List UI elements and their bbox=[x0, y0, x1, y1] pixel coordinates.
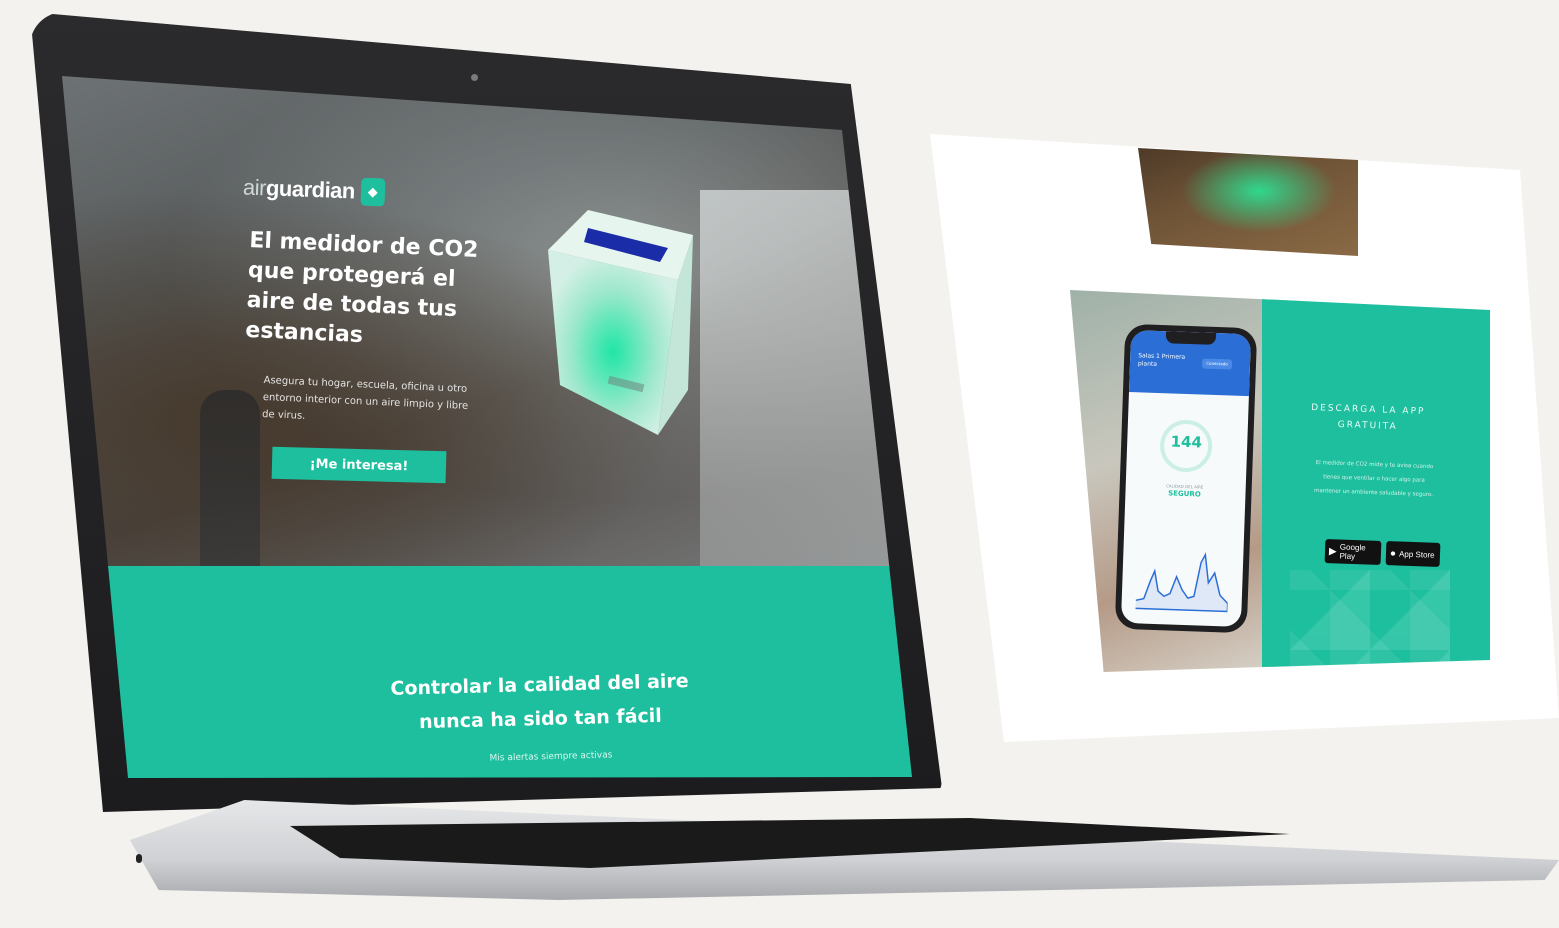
laptop-camera bbox=[471, 74, 478, 81]
play-store-icon: ▶ bbox=[1328, 545, 1337, 557]
apple-icon: ● bbox=[1389, 547, 1397, 559]
hero-headline: El medidor de CO2 que protegerá el aire … bbox=[244, 227, 479, 349]
hero-description: Asegura tu hogar, escuela, oficina u otr… bbox=[261, 374, 469, 422]
app-store-button[interactable]: ● App Store bbox=[1385, 541, 1441, 567]
co2-history-chart bbox=[1135, 552, 1229, 613]
phone-notch bbox=[1165, 331, 1217, 345]
shield-icon: ◆ bbox=[360, 177, 386, 207]
arm-with-phone-photo bbox=[1138, 148, 1358, 256]
co2-value: 144 bbox=[1170, 432, 1203, 452]
app-download-description: El medidor de CO2 mide y te avisa cuando… bbox=[1313, 459, 1434, 499]
phone-mockup: Salas 1 Primera planta Conectado 144 CAL… bbox=[1114, 323, 1258, 634]
brand-logo[interactable]: airguardian ◆ bbox=[243, 174, 386, 207]
phone-screen: Salas 1 Primera planta Conectado 144 CAL… bbox=[1120, 329, 1252, 628]
laptop-port bbox=[136, 854, 142, 863]
app-download-title: DESCARGA LA APP GRATUITA bbox=[1310, 403, 1426, 433]
decorative-triangles bbox=[1290, 570, 1450, 670]
app-store-label: App Store bbox=[1398, 549, 1435, 560]
co2-meter-device-image bbox=[548, 210, 693, 435]
google-play-label: Google Play bbox=[1339, 542, 1366, 562]
band-title: Controlar la calidad del aire nunca ha s… bbox=[390, 670, 689, 734]
logo-name: guardian bbox=[265, 175, 356, 204]
cta-button[interactable]: ¡Me interesa! bbox=[271, 446, 447, 484]
google-play-button[interactable]: ▶ Google Play bbox=[1324, 539, 1382, 565]
hero-background bbox=[62, 76, 912, 620]
phone-room-name: Salas 1 Primera planta bbox=[1137, 352, 1186, 368]
phone-connected-pill: Conectado bbox=[1201, 358, 1233, 370]
logo-prefix: air bbox=[242, 174, 267, 201]
